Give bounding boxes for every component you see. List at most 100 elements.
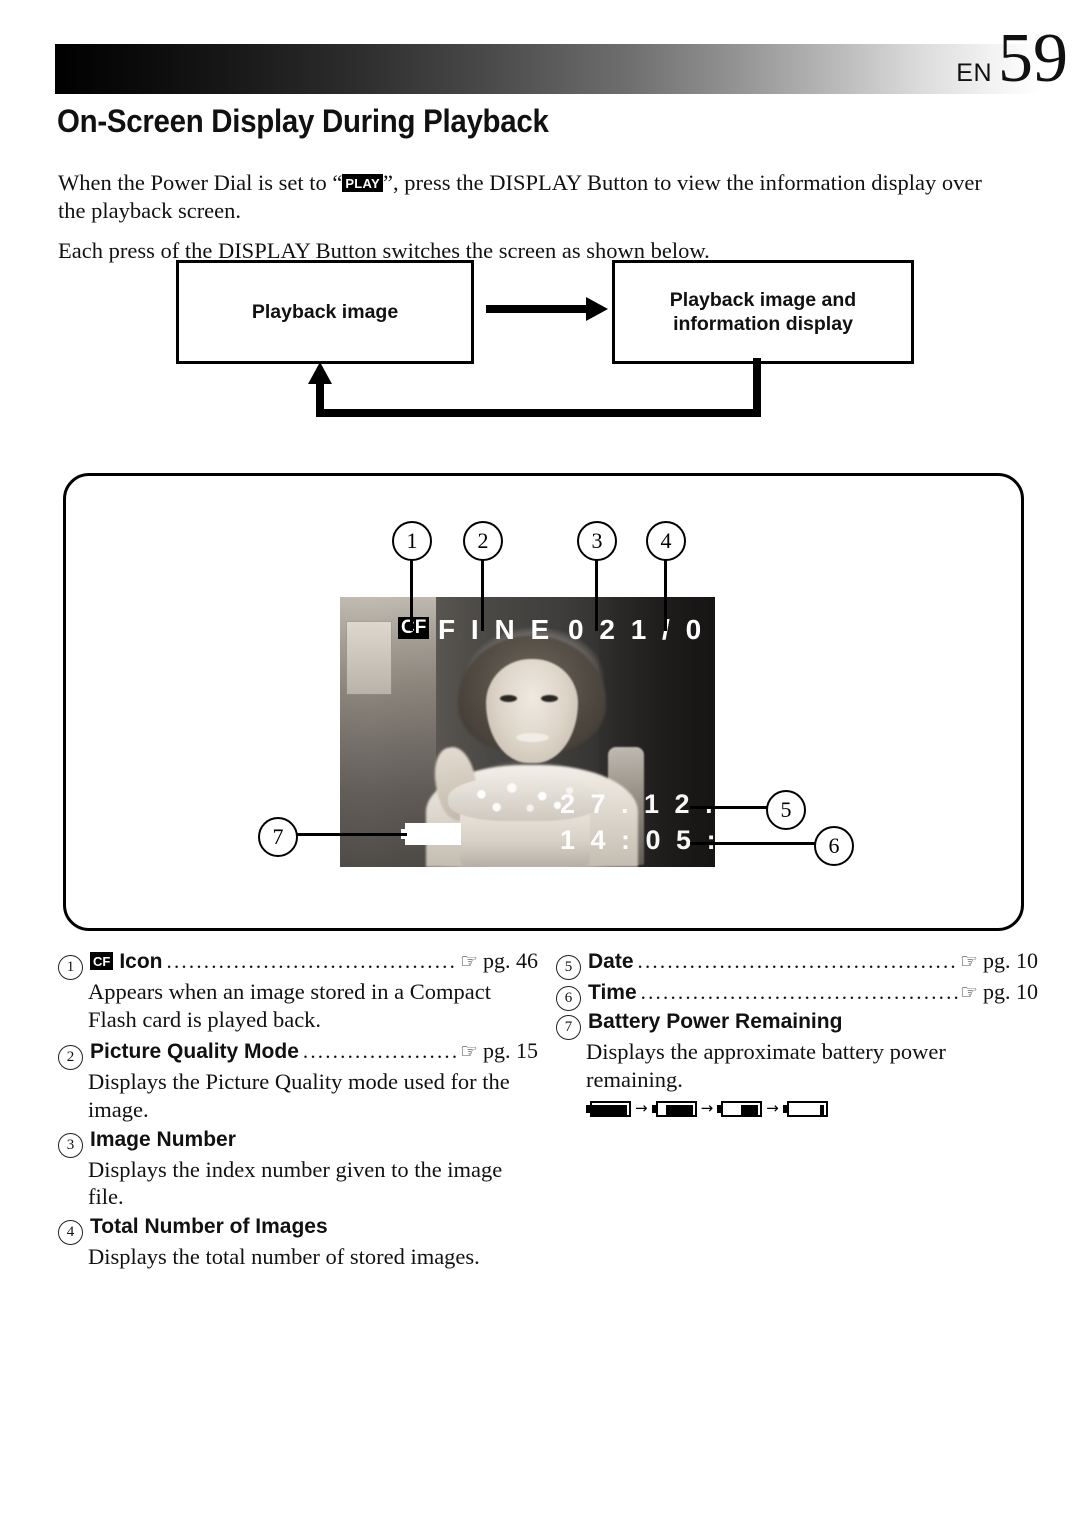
callout-leader-1 bbox=[410, 556, 413, 631]
osd-time: 1 4 : 0 5 : 2 3 bbox=[560, 825, 781, 855]
osd-picture-quality: F I N E bbox=[438, 614, 554, 645]
page-title: On-Screen Display During Playback bbox=[57, 103, 549, 139]
legend-entry-7: 7 Battery Power Remaining Displays the a… bbox=[556, 1010, 1038, 1117]
legend-label-6: Time bbox=[588, 981, 637, 1004]
battery-icon-level-4 bbox=[782, 1100, 828, 1117]
legend-body-1: Appears when an image stored in a Compac… bbox=[88, 979, 492, 1032]
callout-marker-6: 6 bbox=[814, 826, 854, 866]
legend-label-4: Total Number of Images bbox=[90, 1215, 328, 1239]
legend-body-3: Displays the index number given to the i… bbox=[88, 1156, 503, 1210]
legend-label-2: Picture Quality Mode bbox=[90, 1039, 299, 1063]
legend-body-7: Displays the approximate battery power r… bbox=[586, 1039, 946, 1092]
osd-battery-icon bbox=[401, 823, 463, 845]
legend-number-2: 2 bbox=[58, 1044, 83, 1070]
battery-progression-arrow-icon: → bbox=[635, 1099, 648, 1118]
osd-cf-icon: CF bbox=[398, 617, 430, 639]
osd-battery-body bbox=[405, 823, 461, 845]
language-code: EN bbox=[956, 59, 992, 87]
legend-pageref-6: pg. 10 bbox=[983, 979, 1038, 1004]
return-arrow-head-icon bbox=[308, 362, 332, 384]
legend-pageref-5: pg. 10 bbox=[983, 948, 1038, 973]
legend-label-1: Icon bbox=[119, 950, 163, 973]
legend-entry-5-head: 5 Date .................................… bbox=[556, 948, 1038, 980]
legend-body-4: Displays the total number of stored imag… bbox=[88, 1244, 480, 1270]
callout-leader-5 bbox=[690, 806, 768, 809]
callout-leader-3 bbox=[595, 556, 598, 631]
callout-marker-7: 7 bbox=[258, 817, 298, 857]
intro-text-before-badge: When the Power Dial is set to “ bbox=[58, 169, 343, 195]
callout-marker-4: 4 bbox=[646, 521, 686, 561]
callout-leader-2 bbox=[481, 556, 484, 631]
leader-dots-5: ........................................… bbox=[637, 949, 959, 973]
legend-entry-3-head: 3 Image Number bbox=[58, 1127, 538, 1158]
play-badge: PLAY bbox=[342, 173, 383, 192]
legend-entry-6: 6 Time .................................… bbox=[556, 979, 1038, 1011]
pointing-hand-icon: ☞ bbox=[460, 1038, 478, 1063]
legend-label-5: Date bbox=[588, 950, 634, 973]
intro-paragraph-2: Each press of the DISPLAY Button switche… bbox=[58, 237, 710, 263]
leader-dots-6: ........................................… bbox=[640, 980, 958, 1004]
battery-shell bbox=[721, 1100, 763, 1117]
header-gradient-bar bbox=[55, 44, 1040, 94]
battery-icon-level-2 bbox=[651, 1100, 697, 1117]
legend-entry-4: 4 Total Number of Images Displays the to… bbox=[58, 1215, 538, 1271]
legend-number-5: 5 bbox=[556, 955, 581, 980]
legend-label-3: Image Number bbox=[90, 1127, 236, 1151]
forward-arrow-shaft bbox=[486, 305, 594, 313]
callout-marker-1: 1 bbox=[392, 521, 432, 561]
battery-shell bbox=[590, 1100, 631, 1117]
legend-entry-4-head: 4 Total Number of Images bbox=[58, 1215, 538, 1246]
battery-shell bbox=[655, 1100, 697, 1117]
forward-arrow-head-icon bbox=[586, 297, 608, 321]
pointing-hand-icon: ☞ bbox=[960, 949, 978, 973]
battery-fill bbox=[665, 1104, 693, 1117]
legend-entry-1-head: 1 CF Icon ..............................… bbox=[58, 948, 538, 980]
pointing-hand-icon: ☞ bbox=[960, 980, 978, 1004]
photo-subject-mouth bbox=[516, 733, 549, 742]
legend-number-7: 7 bbox=[556, 1015, 581, 1040]
legend-column-right: 5 Date .................................… bbox=[556, 948, 1038, 1119]
callout-leader-4 bbox=[664, 556, 667, 631]
battery-level-progression: → → → bbox=[586, 1099, 1038, 1118]
callout-marker-5: 5 bbox=[766, 790, 806, 830]
page-identifier: EN 59 bbox=[956, 20, 1068, 97]
battery-icon-level-3 bbox=[717, 1100, 763, 1117]
legend-entry-2-head: 2 Picture Quality Mode .................… bbox=[58, 1037, 538, 1070]
legend-entry-1: 1 CF Icon ..............................… bbox=[58, 948, 538, 1034]
pointing-hand-icon: ☞ bbox=[460, 949, 478, 973]
legend-entry-6-head: 6 Time .................................… bbox=[556, 979, 1038, 1011]
callout-marker-2: 2 bbox=[463, 521, 503, 561]
return-arrow-segment-down bbox=[753, 358, 761, 417]
flow-box-left-label: Playback image bbox=[251, 300, 399, 323]
page-number: 59 bbox=[998, 20, 1068, 97]
photo-subject-eye-left bbox=[500, 695, 517, 702]
flow-box-playback-with-info: Playback image and information display bbox=[612, 260, 914, 364]
battery-fill bbox=[741, 1104, 759, 1117]
legend-body-2: Displays the Picture Quality mode used f… bbox=[88, 1068, 510, 1122]
return-arrow-segment-up bbox=[316, 382, 324, 417]
legend-number-4: 4 bbox=[58, 1220, 83, 1246]
flow-box-right-label: Playback image and information display bbox=[669, 288, 857, 335]
battery-fill bbox=[819, 1104, 824, 1117]
legend-entry-7-head: 7 Battery Power Remaining bbox=[556, 1010, 1038, 1040]
battery-progression-arrow-icon: → bbox=[766, 1099, 779, 1118]
battery-progression-arrow-icon: → bbox=[700, 1099, 714, 1118]
callout-leader-6 bbox=[690, 842, 816, 845]
legend-number-1: 1 bbox=[58, 955, 83, 980]
leader-dots-1: ........................................… bbox=[166, 949, 459, 973]
leader-dots-2: ........................................… bbox=[302, 1038, 458, 1063]
battery-shell bbox=[786, 1100, 828, 1117]
legend-pageref-2: pg. 15 bbox=[483, 1037, 538, 1063]
legend-entry-2: 2 Picture Quality Mode .................… bbox=[58, 1038, 538, 1124]
legend-column-left: 1 CF Icon ..............................… bbox=[58, 948, 538, 1275]
callout-leader-7 bbox=[292, 833, 407, 836]
photo-subject-eye-right bbox=[541, 695, 558, 702]
intro-paragraph-1: When the Power Dial is set to “PLAY”, pr… bbox=[58, 169, 1008, 227]
flow-box-playback-image: Playback image bbox=[176, 260, 474, 364]
callout-marker-3: 3 bbox=[577, 521, 617, 561]
legend-label-7: Battery Power Remaining bbox=[588, 1010, 843, 1033]
legend-number-3: 3 bbox=[58, 1132, 83, 1158]
photo-building bbox=[346, 621, 392, 695]
legend-entry-5: 5 Date .................................… bbox=[556, 948, 1038, 980]
battery-icon-level-1 bbox=[586, 1100, 631, 1117]
